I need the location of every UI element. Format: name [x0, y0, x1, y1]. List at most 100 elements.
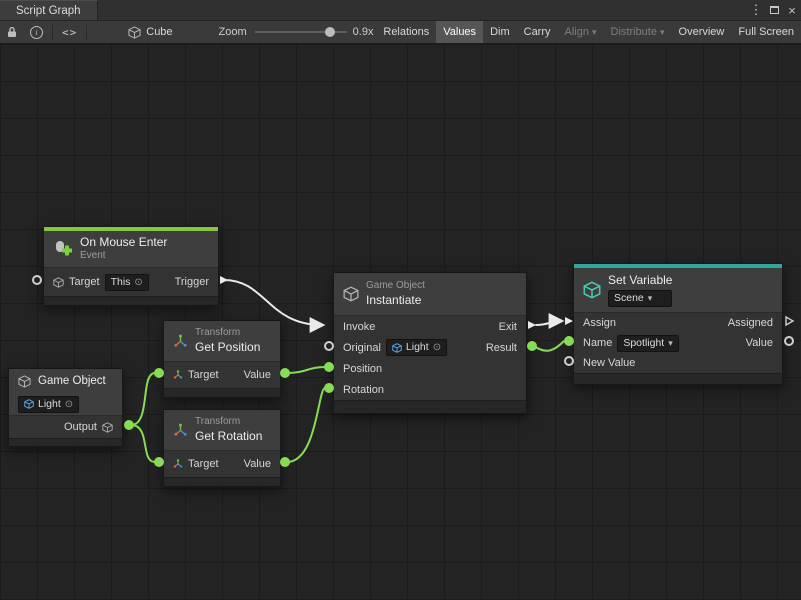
port-set-variable-assigned[interactable] [783, 315, 795, 327]
value-port-connected [280, 368, 290, 378]
port-on-mouse-enter-target-input[interactable] [32, 275, 42, 285]
lock-glyph [6, 26, 18, 38]
port-get-position-value[interactable] [280, 368, 290, 378]
zoom-slider-handle[interactable] [325, 27, 335, 37]
target-label: Target [188, 458, 219, 470]
variable-kind-dropdown[interactable]: Scene ▾ [608, 290, 672, 307]
node-titles: On Mouse Enter Event [80, 235, 167, 263]
graph-toolbar: i <> Cube Zoom 0.9x Relations Values Dim… [0, 21, 801, 44]
object-picker-icon[interactable]: ⊙ [134, 276, 142, 289]
cube-icon [128, 26, 141, 39]
game-object-icon [343, 286, 359, 302]
port-set-variable-value-input[interactable] [564, 336, 574, 346]
node-header: Game Object Instantiate [334, 273, 526, 315]
output-label: Output [64, 421, 97, 433]
port-instantiate-rotation[interactable] [324, 383, 334, 393]
node-on-mouse-enter[interactable]: On Mouse Enter Event Target This ⊙ Trigg… [43, 226, 219, 306]
port-set-variable-value-output[interactable] [784, 336, 794, 346]
dim-button[interactable]: Dim [483, 21, 517, 43]
port-on-mouse-enter-trigger-output[interactable] [219, 275, 229, 285]
node-rows: Output [9, 415, 122, 438]
maximize-glyph [770, 6, 779, 14]
values-button[interactable]: Values [436, 21, 483, 43]
node-title: Set Variable [608, 273, 672, 288]
row-invoke-exit: Invoke Exit [334, 316, 526, 337]
node-category: Game Object [366, 280, 425, 293]
port-get-rotation-target[interactable] [154, 457, 164, 467]
wire-trigger-to-invoke [224, 280, 322, 325]
node-category: Transform [195, 327, 260, 340]
flow-port-filled [219, 275, 229, 285]
object-picker-icon[interactable]: ⊙ [433, 341, 441, 354]
node-game-object-variable[interactable]: Game Object Light ⊙ Output [8, 368, 123, 447]
original-object-field[interactable]: Light ⊙ [386, 339, 447, 356]
row-name-value: Name Spotlight ▾ Value [574, 333, 782, 353]
port-instantiate-result[interactable] [527, 341, 537, 351]
port-instantiate-original[interactable] [324, 341, 334, 351]
node-get-rotation[interactable]: Transform Get Rotation Target Value [163, 409, 281, 487]
value-port-connected [280, 457, 290, 467]
carry-button[interactable]: Carry [517, 21, 558, 43]
code-icon[interactable]: <> [56, 21, 83, 43]
align-button[interactable]: Align ▾ [558, 21, 604, 43]
distribute-button[interactable]: Distribute ▾ [604, 21, 672, 43]
row-original-result: Original Light ⊙ Result [334, 337, 526, 358]
transform-icon [173, 423, 188, 438]
graph-canvas[interactable]: On Mouse Enter Event Target This ⊙ Trigg… [0, 44, 801, 600]
node-header: Set Variable Scene ▾ [574, 268, 782, 312]
value-port-hollow [324, 341, 334, 351]
row-target-trigger: Target This ⊙ Trigger [44, 268, 218, 296]
info-icon[interactable]: i [24, 21, 49, 43]
port-get-rotation-value[interactable] [280, 457, 290, 467]
invoke-label: Invoke [343, 321, 375, 333]
overview-button[interactable]: Overview [672, 21, 732, 43]
value-port-connected [324, 362, 334, 372]
object-field-value: Light [38, 398, 61, 411]
flow-port-filled [564, 316, 574, 326]
node-title: Game Object [38, 375, 106, 387]
node-category: Transform [195, 416, 262, 429]
port-get-position-target[interactable] [154, 368, 164, 378]
node-titles: Set Variable Scene ▾ [608, 273, 672, 307]
flow-port-filled [527, 320, 537, 330]
wire-rotation-value-to-instantiate [287, 388, 325, 462]
node-header: Game Object [9, 369, 122, 393]
value-port-connected [564, 336, 574, 346]
port-set-variable-new-value[interactable] [564, 356, 574, 366]
original-label: Original [343, 342, 381, 354]
node-footer [574, 373, 782, 384]
value-port-connected [154, 368, 164, 378]
object-field[interactable]: Light ⊙ [18, 396, 79, 413]
full-screen-button[interactable]: Full Screen [731, 21, 801, 43]
more-icon[interactable]: ⋮ [747, 0, 765, 20]
port-instantiate-position[interactable] [324, 362, 334, 372]
toolbar-separator [86, 25, 87, 40]
port-light-variable-output[interactable] [124, 420, 134, 430]
object-picker-icon[interactable]: ⊙ [65, 398, 73, 411]
node-footer [164, 388, 280, 397]
value-port-connected [124, 420, 134, 430]
trigger-label: Trigger [175, 276, 209, 288]
zoom-value: 0.9x [353, 26, 374, 38]
close-icon[interactable]: × [783, 0, 801, 20]
zoom-slider[interactable] [255, 21, 347, 43]
node-get-position[interactable]: Transform Get Position Target Value [163, 320, 281, 398]
maximize-icon[interactable] [765, 0, 783, 20]
node-instantiate[interactable]: Game Object Instantiate Invoke Exit Orig… [333, 272, 527, 414]
port-set-variable-assign[interactable] [564, 316, 574, 326]
value-port-hollow [32, 275, 42, 285]
target-object-field[interactable]: This ⊙ [105, 274, 149, 291]
variable-name-dropdown[interactable]: Spotlight ▾ [617, 335, 678, 352]
lock-icon[interactable] [0, 21, 24, 43]
tab-script-graph[interactable]: Script Graph [0, 0, 98, 20]
position-label: Position [343, 363, 382, 375]
value-port-connected [154, 457, 164, 467]
node-rows: Invoke Exit Original Light ⊙ Result Posi… [334, 315, 526, 400]
node-set-variable[interactable]: Set Variable Scene ▾ Assign Assigned Nam… [573, 263, 783, 385]
relations-button[interactable]: Relations [376, 21, 436, 43]
port-instantiate-exit[interactable] [527, 320, 537, 330]
row-assign-assigned: Assign Assigned [574, 313, 782, 333]
chevron-down-icon: ▾ [592, 27, 597, 38]
value-label: Value [746, 337, 773, 349]
code-glyph: <> [62, 26, 77, 39]
